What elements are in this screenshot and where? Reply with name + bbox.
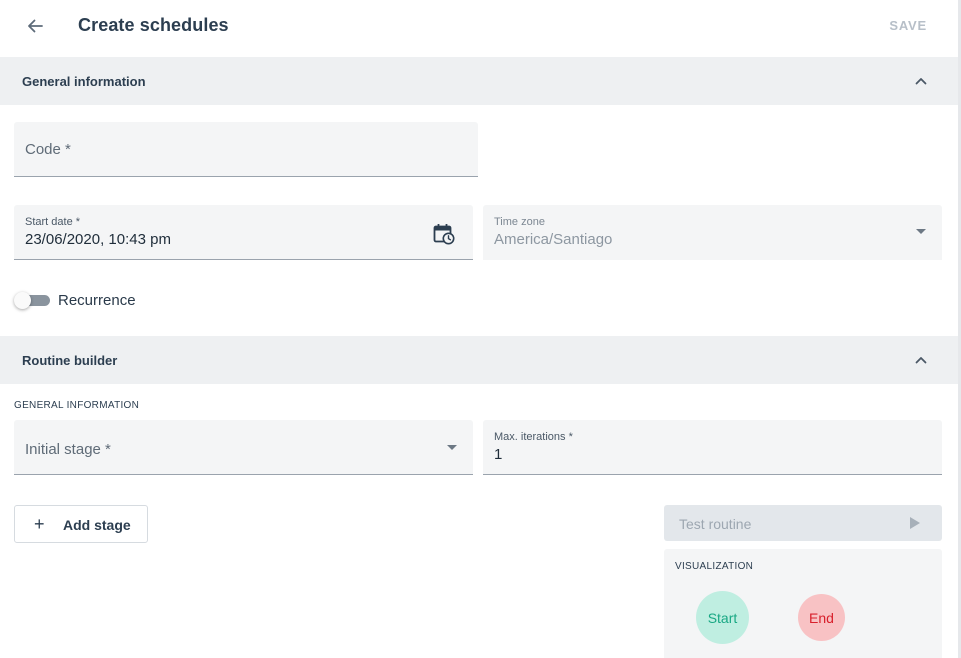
play-icon	[910, 517, 920, 529]
add-stage-button[interactable]: + Add stage	[14, 505, 148, 543]
start-date-label: Start date *	[25, 216, 81, 228]
routine-builder-header[interactable]: Routine builder	[0, 336, 961, 384]
chevron-up-icon[interactable]	[913, 73, 929, 89]
routine-general-information-subheading: GENERAL INFORMATION	[14, 400, 140, 411]
time-zone-value: America/Santiago	[494, 231, 613, 248]
save-button[interactable]: SAVE	[889, 18, 927, 33]
code-label: Code *	[25, 141, 71, 158]
code-field[interactable]: Code *	[14, 122, 478, 177]
initial-stage-select[interactable]: Initial stage *	[14, 420, 473, 475]
chevron-up-icon[interactable]	[913, 352, 929, 368]
add-stage-label: Add stage	[63, 517, 131, 533]
plus-icon: +	[34, 514, 45, 534]
toggle-knob	[14, 292, 31, 309]
end-node[interactable]: End	[798, 594, 845, 641]
initial-stage-label: Initial stage *	[25, 441, 111, 458]
max-iterations-value: 1	[494, 446, 503, 463]
arrow-left-icon	[28, 19, 43, 33]
test-routine-label: Test routine	[679, 516, 752, 532]
top-bar: Create schedules SAVE	[0, 0, 961, 57]
calendar-clock-icon[interactable]	[433, 223, 455, 245]
start-node[interactable]: Start	[696, 591, 749, 644]
max-iterations-label: Max. iterations *	[494, 431, 573, 443]
general-information-header[interactable]: General information	[0, 57, 961, 105]
page-title: Create schedules	[78, 15, 229, 35]
time-zone-label: Time zone	[494, 216, 545, 228]
visualization-panel: VISUALIZATION Start End	[664, 549, 942, 658]
time-zone-select[interactable]: Time zone America/Santiago	[483, 205, 942, 260]
back-button[interactable]	[22, 13, 48, 39]
dropdown-arrow-icon	[447, 445, 457, 450]
dropdown-arrow-icon	[916, 229, 926, 234]
routine-builder-title: Routine builder	[22, 353, 118, 368]
start-date-value: 23/06/2020, 10:43 pm	[25, 231, 171, 248]
max-iterations-input[interactable]: Max. iterations * 1	[483, 420, 942, 475]
start-date-field[interactable]: Start date * 23/06/2020, 10:43 pm	[14, 205, 473, 260]
recurrence-label: Recurrence	[58, 292, 136, 309]
test-routine-button[interactable]: Test routine	[664, 505, 942, 541]
recurrence-toggle[interactable]	[14, 292, 50, 309]
general-information-title: General information	[22, 74, 146, 89]
visualization-title: VISUALIZATION	[675, 561, 754, 572]
